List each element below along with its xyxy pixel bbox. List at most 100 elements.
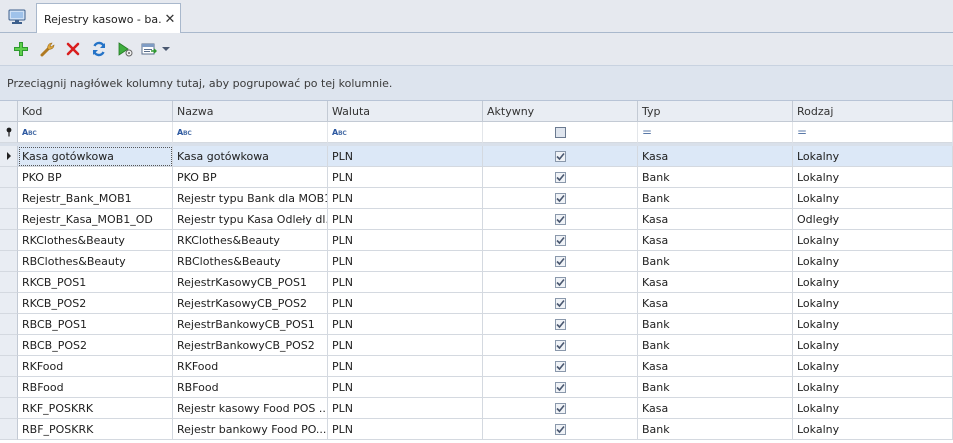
cell-waluta[interactable]: PLN — [328, 419, 483, 440]
cell-waluta[interactable]: PLN — [328, 356, 483, 377]
pin-icon[interactable] — [0, 122, 18, 143]
cell-rodzaj[interactable]: Lokalny — [793, 419, 953, 440]
cell-kod[interactable]: Rejestr_Bank_MOB1 — [18, 188, 173, 209]
row-indicator[interactable] — [0, 230, 18, 251]
cell-typ[interactable]: Bank — [638, 251, 793, 272]
cell-kod[interactable]: RKCB_POS2 — [18, 293, 173, 314]
table-row[interactable]: RKCB_POS1 RejestrKasowyCB_POS1 PLN Kasa Loka… — [0, 272, 953, 293]
cell-rodzaj[interactable]: Lokalny — [793, 272, 953, 293]
cell-aktywny[interactable] — [483, 335, 638, 356]
cell-nazwa[interactable]: Kasa gotówkowa — [173, 146, 328, 167]
cell-aktywny[interactable] — [483, 377, 638, 398]
row-indicator[interactable] — [0, 251, 18, 272]
cell-nazwa[interactable]: Rejestr typu Kasa Odleły dl... — [173, 209, 328, 230]
cell-rodzaj[interactable]: Lokalny — [793, 293, 953, 314]
cell-aktywny[interactable] — [483, 272, 638, 293]
delete-icon[interactable] — [60, 37, 86, 61]
cell-typ[interactable]: Kasa — [638, 272, 793, 293]
table-row[interactable]: RBCB_POS2 RejestrBankowyCB_POS2 PLN Bank Lok… — [0, 335, 953, 356]
cell-waluta[interactable]: PLN — [328, 398, 483, 419]
table-row[interactable]: PKO BP PKO BP PLN Bank Lokalny — [0, 167, 953, 188]
cell-rodzaj[interactable]: Lokalny — [793, 398, 953, 419]
row-indicator[interactable] — [0, 272, 18, 293]
cell-typ[interactable]: Kasa — [638, 209, 793, 230]
checkbox[interactable] — [554, 318, 566, 330]
cell-waluta[interactable]: PLN — [328, 293, 483, 314]
table-row[interactable]: RBClothes&Beauty RBClothes&Beauty PLN Bank L… — [0, 251, 953, 272]
tab-rejestry-kasowo-bankowe[interactable]: Rejestry kasowo - ba... ✕ — [36, 3, 181, 34]
monitor-icon[interactable] — [2, 4, 32, 30]
cell-waluta[interactable]: PLN — [328, 314, 483, 335]
filter-checkbox[interactable] — [554, 126, 566, 138]
cell-typ[interactable]: Bank — [638, 188, 793, 209]
filter-kod[interactable]: A BC — [18, 122, 173, 143]
cell-rodzaj[interactable]: Lokalny — [793, 188, 953, 209]
group-by-panel[interactable]: Przeciągnij nagłówek kolumny tutaj, aby … — [0, 65, 953, 101]
table-row[interactable]: RKFood RKFood PLN Kasa Lokalny — [0, 356, 953, 377]
cell-aktywny[interactable] — [483, 230, 638, 251]
cell-waluta[interactable]: PLN — [328, 377, 483, 398]
cell-kod[interactable]: Rejestr_Kasa_MOB1_OD — [18, 209, 173, 230]
column-header-aktywny[interactable]: Aktywny — [483, 101, 638, 122]
cell-nazwa[interactable]: RejestrKasowyCB_POS2 — [173, 293, 328, 314]
table-row[interactable]: RKCB_POS2 RejestrKasowyCB_POS2 PLN Kasa Loka… — [0, 293, 953, 314]
column-header-typ[interactable]: Typ — [638, 101, 793, 122]
cell-aktywny[interactable] — [483, 251, 638, 272]
cell-kod[interactable]: RKClothes&Beauty — [18, 230, 173, 251]
refresh-icon[interactable] — [86, 37, 112, 61]
row-indicator[interactable] — [0, 167, 18, 188]
cell-nazwa[interactable]: Rejestr kasowy Food POS ... — [173, 398, 328, 419]
edit-icon[interactable] — [34, 37, 60, 61]
cell-nazwa[interactable]: Rejestr bankowy Food PO... — [173, 419, 328, 440]
cell-kod[interactable]: RKF_POSKRK — [18, 398, 173, 419]
cell-aktywny[interactable] — [483, 209, 638, 230]
cell-typ[interactable]: Bank — [638, 419, 793, 440]
checkbox[interactable] — [554, 276, 566, 288]
cell-kod[interactable]: RBCB_POS2 — [18, 335, 173, 356]
checkbox[interactable] — [554, 381, 566, 393]
checkbox[interactable] — [554, 339, 566, 351]
row-indicator[interactable] — [0, 377, 18, 398]
cell-rodzaj[interactable]: Lokalny — [793, 335, 953, 356]
cell-waluta[interactable]: PLN — [328, 167, 483, 188]
filter-nazwa[interactable]: A BC — [173, 122, 328, 143]
export-icon[interactable] — [138, 37, 160, 61]
cell-typ[interactable]: Bank — [638, 335, 793, 356]
row-indicator[interactable] — [0, 356, 18, 377]
run-icon[interactable] — [112, 37, 138, 61]
cell-kod[interactable]: RBClothes&Beauty — [18, 251, 173, 272]
add-icon[interactable] — [8, 37, 34, 61]
row-indicator[interactable] — [0, 188, 18, 209]
row-indicator[interactable] — [0, 314, 18, 335]
cell-nazwa[interactable]: Rejestr typu Bank dla MOB1 — [173, 188, 328, 209]
cell-nazwa[interactable]: RejestrKasowyCB_POS1 — [173, 272, 328, 293]
column-header-kod[interactable]: Kod — [18, 101, 173, 122]
cell-waluta[interactable]: PLN — [328, 230, 483, 251]
cell-nazwa[interactable]: PKO BP — [173, 167, 328, 188]
cell-typ[interactable]: Kasa — [638, 293, 793, 314]
checkbox[interactable] — [554, 402, 566, 414]
cell-rodzaj[interactable]: Lokalny — [793, 314, 953, 335]
cell-rodzaj[interactable]: Lokalny — [793, 230, 953, 251]
row-indicator[interactable] — [0, 398, 18, 419]
checkbox[interactable] — [554, 234, 566, 246]
cell-kod[interactable]: PKO BP — [18, 167, 173, 188]
cell-aktywny[interactable] — [483, 398, 638, 419]
column-header-waluta[interactable]: Waluta — [328, 101, 483, 122]
dropdown-arrow-icon[interactable] — [160, 37, 172, 61]
cell-typ[interactable]: Bank — [638, 167, 793, 188]
cell-rodzaj[interactable]: Lokalny — [793, 356, 953, 377]
cell-nazwa[interactable]: RKClothes&Beauty — [173, 230, 328, 251]
cell-waluta[interactable]: PLN — [328, 146, 483, 167]
cell-aktywny[interactable] — [483, 167, 638, 188]
cell-typ[interactable]: Bank — [638, 314, 793, 335]
table-row[interactable]: RBFood RBFood PLN Bank Lokalny — [0, 377, 953, 398]
cell-aktywny[interactable] — [483, 293, 638, 314]
cell-typ[interactable]: Bank — [638, 377, 793, 398]
row-indicator[interactable] — [0, 335, 18, 356]
filter-typ[interactable]: = — [638, 122, 793, 143]
column-header-rodzaj[interactable]: Rodzaj — [793, 101, 953, 122]
cell-nazwa[interactable]: RBClothes&Beauty — [173, 251, 328, 272]
table-row[interactable]: RKClothes&Beauty RKClothes&Beauty PLN Kasa L… — [0, 230, 953, 251]
cell-typ[interactable]: Kasa — [638, 146, 793, 167]
